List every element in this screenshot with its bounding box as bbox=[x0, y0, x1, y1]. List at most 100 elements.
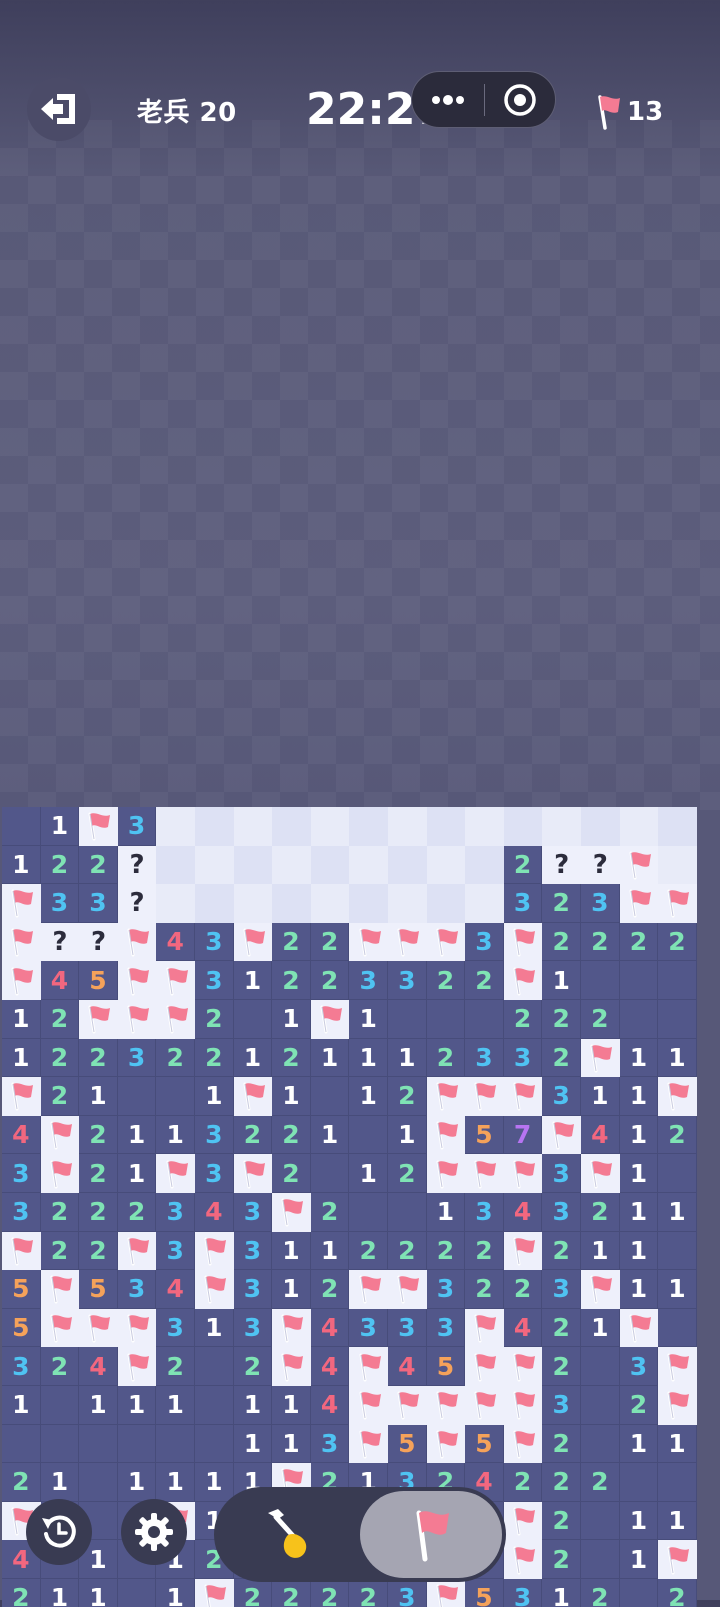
flagged-cell[interactable] bbox=[658, 1386, 697, 1425]
revealed-empty-cell[interactable] bbox=[658, 1308, 697, 1348]
number-cell[interactable]: 2 bbox=[117, 1193, 157, 1232]
number-cell[interactable]: 3 bbox=[619, 1347, 659, 1386]
number-cell[interactable]: 2 bbox=[465, 961, 504, 1000]
flagged-cell[interactable] bbox=[195, 1231, 234, 1271]
number-cell[interactable]: 4 bbox=[581, 1115, 620, 1155]
number-cell[interactable]: 7 bbox=[503, 1115, 543, 1155]
number-cell[interactable]: 1 bbox=[619, 1270, 659, 1309]
number-cell[interactable]: 4 bbox=[503, 1193, 543, 1232]
number-cell[interactable]: 2 bbox=[40, 1193, 80, 1232]
number-cell[interactable]: 2 bbox=[658, 1579, 697, 1607]
unrevealed-cell[interactable] bbox=[272, 884, 311, 923]
number-cell[interactable]: 2 bbox=[388, 1231, 427, 1271]
number-cell[interactable]: 2 bbox=[40, 845, 80, 885]
number-cell[interactable]: 1 bbox=[658, 1270, 697, 1309]
revealed-empty-cell[interactable] bbox=[117, 1424, 157, 1464]
number-cell[interactable]: 2 bbox=[310, 1193, 350, 1232]
number-cell[interactable]: 3 bbox=[542, 1270, 581, 1309]
flagged-cell[interactable] bbox=[79, 807, 118, 846]
number-cell[interactable]: 2 bbox=[658, 922, 697, 962]
number-cell[interactable]: 2 bbox=[465, 1270, 504, 1309]
number-cell[interactable]: 2 bbox=[79, 1115, 118, 1155]
number-cell[interactable]: 3 bbox=[426, 1270, 466, 1309]
number-cell[interactable]: 2 bbox=[542, 922, 581, 962]
number-cell[interactable]: 1 bbox=[619, 1038, 659, 1078]
revealed-empty-cell[interactable] bbox=[426, 1000, 466, 1039]
number-cell[interactable]: 4 bbox=[156, 1270, 195, 1309]
flagged-cell[interactable] bbox=[465, 1077, 504, 1116]
revealed-empty-cell[interactable] bbox=[156, 1424, 195, 1464]
unrevealed-cell[interactable] bbox=[195, 845, 234, 885]
number-cell[interactable]: 1 bbox=[349, 1000, 388, 1039]
flagged-cell[interactable] bbox=[195, 1579, 234, 1607]
number-cell[interactable]: 3 bbox=[156, 1193, 195, 1232]
flagged-cell[interactable] bbox=[426, 1386, 466, 1425]
number-cell[interactable]: 3 bbox=[233, 1193, 273, 1232]
flagged-cell[interactable] bbox=[40, 1154, 80, 1193]
flagged-cell[interactable] bbox=[117, 1308, 157, 1348]
flagged-cell[interactable] bbox=[658, 1347, 697, 1386]
number-cell[interactable]: 1 bbox=[156, 1579, 195, 1607]
number-cell[interactable]: 3 bbox=[310, 1424, 350, 1464]
number-cell[interactable]: 2 bbox=[503, 1270, 543, 1309]
revealed-empty-cell[interactable] bbox=[349, 1193, 388, 1232]
number-cell[interactable]: 5 bbox=[2, 1270, 41, 1309]
flagged-cell[interactable] bbox=[388, 922, 427, 962]
number-cell[interactable]: 1 bbox=[79, 1077, 118, 1116]
number-cell[interactable]: 1 bbox=[581, 1231, 620, 1271]
number-cell[interactable]: 4 bbox=[310, 1386, 350, 1425]
number-cell[interactable]: 1 bbox=[349, 1154, 388, 1193]
unrevealed-cell[interactable] bbox=[465, 845, 504, 885]
number-cell[interactable]: 2 bbox=[542, 1347, 581, 1386]
number-cell[interactable]: 2 bbox=[40, 1231, 80, 1271]
revealed-empty-cell[interactable] bbox=[117, 1077, 157, 1116]
unrevealed-cell[interactable] bbox=[388, 807, 427, 846]
flagged-cell[interactable] bbox=[233, 922, 273, 962]
flagged-cell[interactable] bbox=[2, 1077, 41, 1116]
number-cell[interactable]: 3 bbox=[195, 961, 234, 1000]
unrevealed-cell[interactable] bbox=[310, 807, 350, 846]
number-cell[interactable]: 1 bbox=[349, 1077, 388, 1116]
number-cell[interactable]: 3 bbox=[388, 961, 427, 1000]
number-cell[interactable]: 2 bbox=[658, 1115, 697, 1155]
number-cell[interactable]: 2 bbox=[581, 1000, 620, 1039]
number-cell[interactable]: 4 bbox=[156, 922, 195, 962]
number-cell[interactable]: 3 bbox=[388, 1579, 427, 1607]
unrevealed-cell[interactable] bbox=[658, 845, 697, 885]
unrevealed-cell[interactable] bbox=[465, 807, 504, 846]
number-cell[interactable]: 3 bbox=[156, 1231, 195, 1271]
number-cell[interactable]: 3 bbox=[195, 922, 234, 962]
number-cell[interactable]: 2 bbox=[272, 1579, 311, 1607]
number-cell[interactable]: 1 bbox=[426, 1193, 466, 1232]
number-cell[interactable]: 1 bbox=[233, 1424, 273, 1464]
flagged-cell[interactable] bbox=[658, 884, 697, 923]
flagged-cell[interactable] bbox=[619, 845, 659, 885]
revealed-empty-cell[interactable] bbox=[349, 1115, 388, 1155]
number-cell[interactable]: 5 bbox=[426, 1347, 466, 1386]
number-cell[interactable]: 1 bbox=[542, 1579, 581, 1607]
number-cell[interactable]: 2 bbox=[542, 1501, 581, 1541]
flag-mode-button[interactable] bbox=[360, 1491, 502, 1578]
flagged-cell[interactable] bbox=[233, 1154, 273, 1193]
number-cell[interactable]: 2 bbox=[272, 1038, 311, 1078]
number-cell[interactable]: 2 bbox=[388, 1077, 427, 1116]
number-cell[interactable]: 3 bbox=[349, 1308, 388, 1348]
question-cell[interactable]: ? bbox=[40, 922, 80, 962]
unrevealed-cell[interactable] bbox=[156, 807, 195, 846]
question-cell[interactable]: ? bbox=[79, 922, 118, 962]
revealed-empty-cell[interactable] bbox=[658, 961, 697, 1000]
number-cell[interactable]: 2 bbox=[349, 1579, 388, 1607]
flagged-cell[interactable] bbox=[310, 1000, 350, 1039]
number-cell[interactable]: 3 bbox=[2, 1154, 41, 1193]
number-cell[interactable]: 1 bbox=[658, 1038, 697, 1078]
revealed-empty-cell[interactable] bbox=[310, 1077, 350, 1116]
exit-button[interactable] bbox=[27, 77, 91, 141]
number-cell[interactable]: 2 bbox=[310, 1579, 350, 1607]
revealed-empty-cell[interactable] bbox=[2, 807, 41, 846]
flagged-cell[interactable] bbox=[426, 1154, 466, 1193]
unrevealed-cell[interactable] bbox=[542, 807, 581, 846]
number-cell[interactable]: 1 bbox=[40, 1579, 80, 1607]
number-cell[interactable]: 3 bbox=[581, 884, 620, 923]
number-cell[interactable]: 2 bbox=[542, 884, 581, 923]
unrevealed-cell[interactable] bbox=[195, 807, 234, 846]
